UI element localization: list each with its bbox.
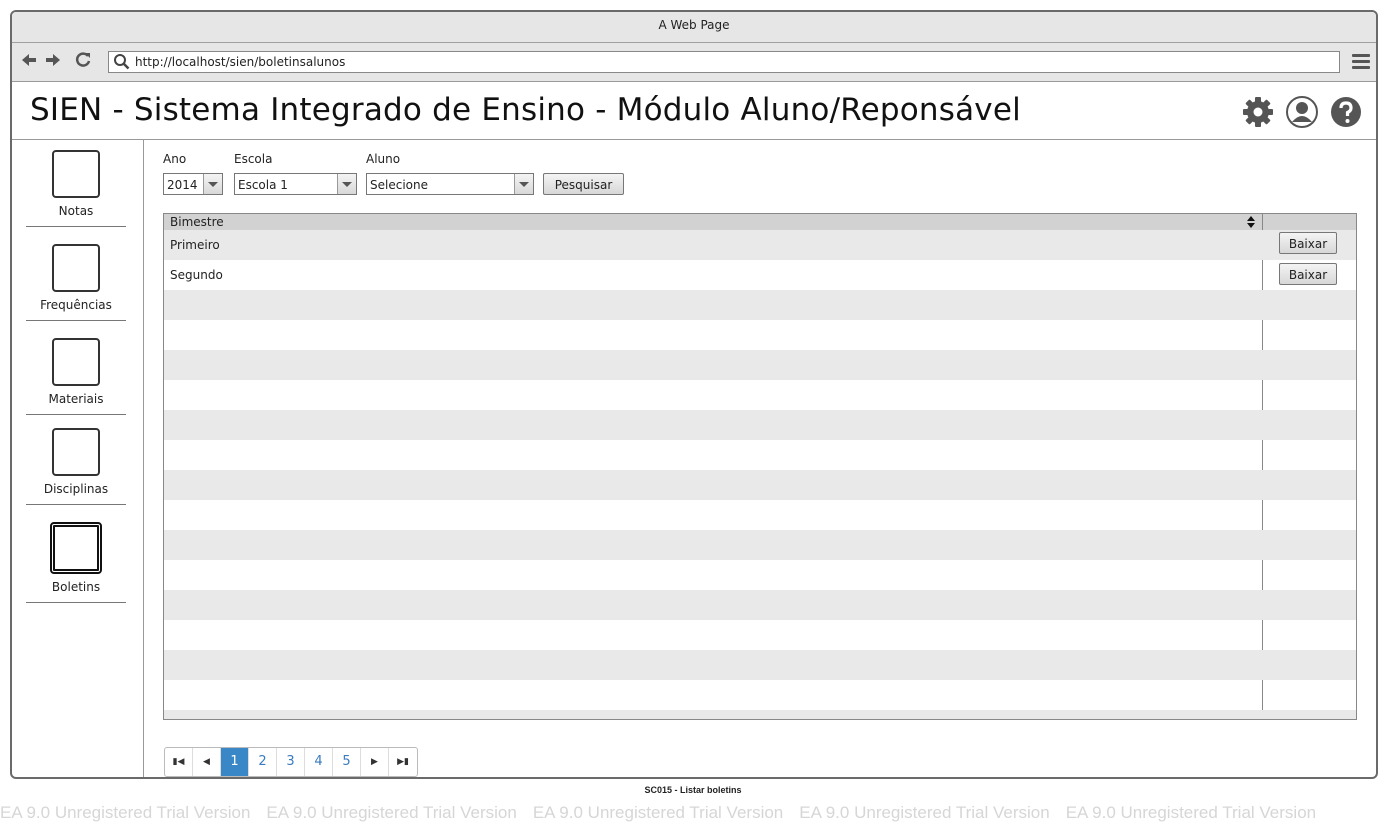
sidebar: Notas Frequências Materiais Disciplinas … [12,140,144,777]
download-button[interactable]: Baixar [1279,232,1337,254]
url-text: http://localhost/sien/boletinsalunos [135,55,346,69]
empty-row [164,560,1356,590]
boletins-table: Bimestre Primeiro Baixar Segundo Baixar [163,213,1357,720]
search-button[interactable]: Pesquisar [543,173,624,195]
sidebar-item-label: Disciplinas [43,482,109,496]
escola-label: Escola [234,152,273,166]
empty-row [164,620,1356,650]
sort-icon[interactable] [1246,215,1256,229]
url-bar[interactable]: http://localhost/sien/boletinsalunos [108,51,1340,73]
page-link[interactable]: 4 [305,748,333,776]
escola-value: Escola 1 [238,178,288,192]
search-icon [113,53,130,76]
aluno-label: Aluno [366,152,401,166]
sidebar-item-label: Notas [58,204,94,218]
bimestre-cell: Segundo [170,268,223,282]
empty-row [164,500,1356,530]
reload-icon[interactable] [74,51,92,74]
empty-row [164,590,1356,620]
empty-row [164,680,1356,710]
sidebar-item-frequencias[interactable]: Frequências [26,244,126,321]
sidebar-item-label: Frequências [40,298,112,312]
window-title: A Web Page [658,18,730,32]
page-link[interactable]: 1 [221,748,249,776]
empty-row [164,380,1356,410]
empty-row [164,710,1356,719]
page-link[interactable]: 5 [333,748,361,776]
ano-value: 2014 [167,178,198,192]
last-page-icon[interactable]: ▶▮ [389,748,417,776]
empty-row [164,410,1356,440]
download-button[interactable]: Baixar [1279,263,1337,285]
notas-icon [52,150,100,198]
table-header: Bimestre [164,214,1356,230]
empty-row [164,320,1356,350]
app-header: SIEN - Sistema Integrado de Ensino - Mód… [12,82,1376,140]
page-title: SIEN - Sistema Integrado de Ensino - Mód… [30,92,1021,128]
first-page-icon[interactable]: ▮◀ [165,748,193,776]
menu-icon[interactable] [1352,54,1370,72]
sidebar-item-label: Boletins [51,580,101,594]
table-row[interactable]: Segundo Baixar [164,260,1356,290]
browser-navbar: http://localhost/sien/boletinsalunos [12,43,1376,82]
ano-label: Ano [163,152,187,166]
chevron-down-icon [203,174,222,194]
sidebar-item-label: Materiais [48,392,104,406]
boletins-icon [50,522,102,574]
escola-select[interactable]: Escola 1 [234,173,357,195]
aluno-select[interactable]: Selecione [366,173,534,195]
aluno-value: Selecione [370,178,428,192]
back-icon[interactable] [20,51,38,74]
chevron-down-icon [337,174,356,194]
gear-icon[interactable] [1242,96,1274,128]
sidebar-item-notas[interactable]: Notas [26,150,126,227]
sidebar-item-materiais[interactable]: Materiais [26,338,126,415]
watermark: EA 9.0 Unregistered Trial Version EA 9.0 … [0,803,1317,822]
prev-page-icon[interactable]: ◀ [193,748,221,776]
main-content: Ano Escola Aluno 2014 Escola 1 Selecione… [144,140,1376,777]
diagram-caption: SC015 - Listar boletins [644,785,742,795]
empty-row [164,470,1356,500]
empty-row [164,350,1356,380]
empty-row [164,650,1356,680]
browser-window: A Web Page http://localhost/sien/boletin… [10,10,1378,779]
chevron-down-icon [514,174,533,194]
ano-select[interactable]: 2014 [163,173,223,195]
table-row[interactable]: Primeiro Baixar [164,230,1356,260]
disciplinas-icon [52,428,100,476]
help-icon[interactable] [1330,96,1362,128]
page-link[interactable]: 3 [277,748,305,776]
sidebar-item-boletins[interactable]: Boletins [26,522,126,603]
page-link[interactable]: 2 [249,748,277,776]
frequencias-icon [52,244,100,292]
user-icon[interactable] [1286,96,1318,128]
forward-icon[interactable] [44,51,62,74]
sidebar-item-disciplinas[interactable]: Disciplinas [26,428,126,505]
column-header-bimestre[interactable]: Bimestre [170,214,224,230]
empty-row [164,440,1356,470]
bimestre-cell: Primeiro [170,238,220,252]
empty-row [164,290,1356,320]
pagination: ▮◀ ◀ 1 2 3 4 5 ▶ ▶▮ [164,747,418,777]
window-titlebar: A Web Page [12,12,1376,43]
materiais-icon [52,338,100,386]
next-page-icon[interactable]: ▶ [361,748,389,776]
empty-row [164,530,1356,560]
